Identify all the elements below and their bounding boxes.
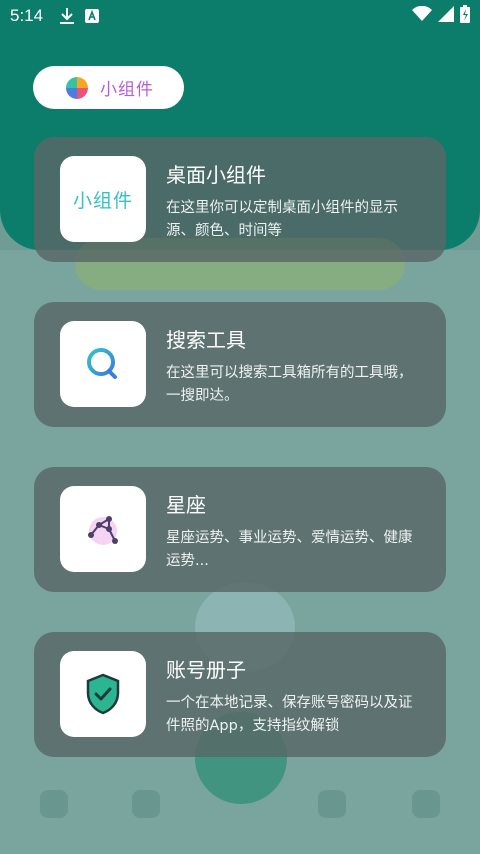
background-nav-icon xyxy=(412,790,440,818)
card-constellation[interactable]: 星座 星座运势、事业运势、爱情运势、健康运势... xyxy=(34,467,446,592)
widget-icon: 小组件 xyxy=(60,156,146,242)
card-title: 搜索工具 xyxy=(166,328,246,352)
card-description: 星座运势、事业运势、爱情运势、健康运势... xyxy=(166,530,413,569)
a-badge-icon xyxy=(85,9,100,23)
search-icon xyxy=(60,321,146,407)
constellation-icon xyxy=(60,486,146,572)
signal-icon xyxy=(438,6,454,26)
download-icon xyxy=(59,7,75,25)
card-description: 在这里你可以定制桌面小组件的显示源、颜色、时间等 xyxy=(166,200,398,239)
wifi-icon xyxy=(412,5,432,26)
background-nav-icon xyxy=(318,790,346,818)
shield-check-icon xyxy=(60,651,146,737)
card-description: 一个在本地记录、保存账号密码以及证件照的App，支持指纹解锁 xyxy=(166,695,413,734)
status-right-icons xyxy=(412,5,470,27)
background-nav-icon xyxy=(132,790,160,818)
status-bar: 5:14 xyxy=(0,0,480,32)
app-logo-icon xyxy=(66,76,88,99)
battery-charging-icon xyxy=(460,5,470,27)
card-account-book[interactable]: 账号册子 一个在本地记录、保存账号密码以及证件照的App，支持指纹解锁 xyxy=(34,632,446,757)
card-description: 在这里可以搜索工具箱所有的工具哦，一搜即达。 xyxy=(166,365,413,404)
card-title: 星座 xyxy=(166,493,206,517)
card-title: 账号册子 xyxy=(166,658,246,682)
card-desktop-widget[interactable]: 小组件 桌面小组件 在这里你可以定制桌面小组件的显示源、颜色、时间等 xyxy=(34,137,446,262)
page-title-chip: 小组件 xyxy=(33,66,184,109)
widget-icon-text: 小组件 xyxy=(72,189,133,212)
card-title: 桌面小组件 xyxy=(166,163,266,187)
background-nav-icon xyxy=(40,790,68,818)
status-time: 5:14 xyxy=(10,6,44,25)
page-title: 小组件 xyxy=(100,80,154,100)
card-search-tool[interactable]: 搜索工具 在这里可以搜索工具箱所有的工具哦，一搜即达。 xyxy=(34,302,446,427)
